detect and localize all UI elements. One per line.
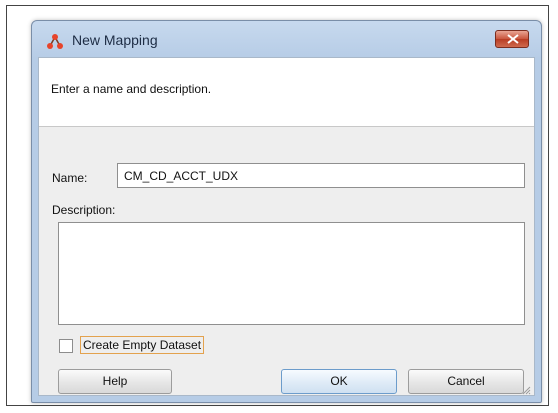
resize-grip-icon[interactable] xyxy=(521,382,531,395)
ok-button[interactable]: OK xyxy=(281,369,397,394)
close-button[interactable] xyxy=(495,30,529,48)
help-button-label: Help xyxy=(102,374,128,388)
create-empty-dataset-checkbox[interactable] xyxy=(59,339,73,353)
help-button[interactable]: Help xyxy=(58,369,172,394)
dialog-title: New Mapping xyxy=(72,32,158,48)
create-empty-dataset-label[interactable]: Create Empty Dataset xyxy=(80,336,205,354)
new-mapping-dialog: New Mapping Enter a name and description… xyxy=(31,20,542,403)
name-label: Name: xyxy=(52,171,88,185)
cancel-button-label: Cancel xyxy=(447,374,485,388)
header-panel: Enter a name and description. xyxy=(39,58,534,127)
close-icon xyxy=(507,34,519,44)
name-field[interactable] xyxy=(117,163,525,188)
mapping-icon xyxy=(46,33,64,51)
cancel-button[interactable]: Cancel xyxy=(408,369,524,394)
ok-button-label: OK xyxy=(330,374,348,388)
title-bar[interactable]: New Mapping xyxy=(32,21,541,57)
description-field[interactable] xyxy=(58,222,525,325)
dialog-body: Enter a name and description. Name: Desc… xyxy=(38,57,535,396)
instruction-text: Enter a name and description. xyxy=(51,82,212,96)
description-label: Description: xyxy=(52,203,116,217)
